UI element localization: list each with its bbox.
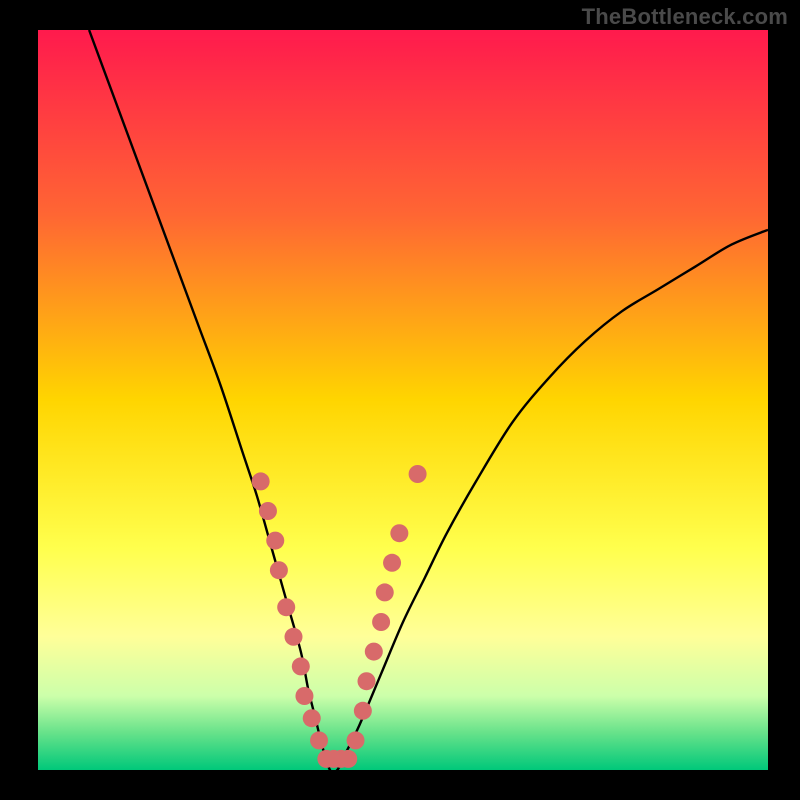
data-point [376, 583, 394, 601]
gradient-background [38, 30, 768, 770]
data-point [310, 731, 328, 749]
chart-svg [38, 30, 768, 770]
data-point [372, 613, 390, 631]
plot-area [38, 30, 768, 770]
data-point [409, 465, 427, 483]
data-point [295, 687, 313, 705]
data-point [266, 532, 284, 550]
data-point [259, 502, 277, 520]
data-point [354, 702, 372, 720]
data-point [383, 554, 401, 572]
data-point [358, 672, 376, 690]
data-point [347, 731, 365, 749]
data-point [252, 472, 270, 490]
data-point [285, 628, 303, 646]
data-point [270, 561, 288, 579]
data-point [365, 643, 383, 661]
data-point [277, 598, 295, 616]
data-point [339, 750, 357, 768]
data-point [303, 709, 321, 727]
watermark-text: TheBottleneck.com [582, 4, 788, 30]
chart-frame: TheBottleneck.com [0, 0, 800, 800]
data-point [292, 657, 310, 675]
data-point [390, 524, 408, 542]
